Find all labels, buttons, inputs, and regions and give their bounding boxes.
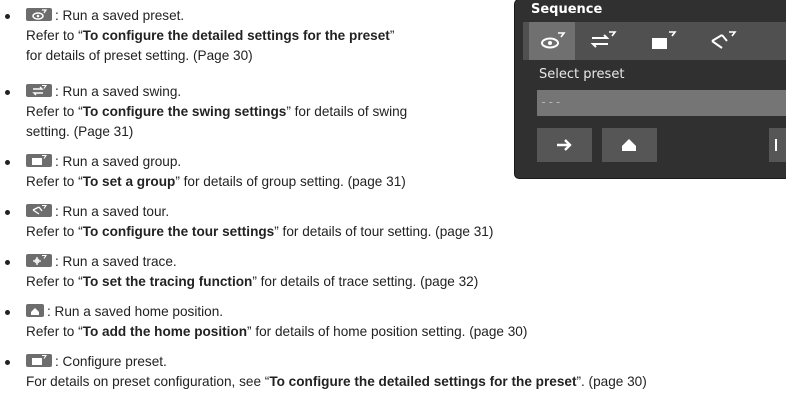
go-button[interactable] xyxy=(537,128,592,162)
reference-link[interactable]: To set the tracing function xyxy=(83,274,253,289)
reference-link[interactable]: To configure the detailed settings for t… xyxy=(83,28,390,43)
select-preset-dropdown[interactable]: --- xyxy=(537,90,786,116)
tour-icon xyxy=(711,31,737,49)
panel-title: Sequence xyxy=(531,2,603,17)
trace-icon xyxy=(26,254,52,267)
bullet-dot xyxy=(5,160,10,165)
item-description: : Configure preset. xyxy=(55,354,167,369)
item-continuation: for details of preset setting. (Page 30) xyxy=(26,48,253,63)
configure-button[interactable] xyxy=(769,128,786,162)
swing-icon xyxy=(26,84,52,97)
preset-icon xyxy=(541,32,566,49)
item-description: : Run a saved tour. xyxy=(55,204,170,219)
preset-icon xyxy=(26,8,52,21)
item-description: : Run a saved group. xyxy=(55,154,182,169)
item-continuation: setting. (Page 31) xyxy=(26,124,134,139)
reference-link[interactable]: To configure the swing settings xyxy=(83,104,287,119)
tour-icon xyxy=(26,204,52,217)
item-description: : Run a saved trace. xyxy=(55,254,177,269)
group-icon xyxy=(26,154,52,167)
arrow-right-icon xyxy=(557,139,572,151)
bullet-dot xyxy=(5,90,10,95)
reference-link[interactable]: To configure the detailed settings for t… xyxy=(269,374,576,389)
tab-swing[interactable] xyxy=(589,30,619,57)
home-icon xyxy=(26,304,44,317)
reference-link[interactable]: To set a group xyxy=(83,174,176,189)
configure-preset-icon xyxy=(775,139,777,151)
tab-preset[interactable] xyxy=(529,22,575,60)
group-icon xyxy=(652,31,677,49)
tab-tour[interactable] xyxy=(709,30,739,57)
bullet-dot xyxy=(5,360,10,365)
select-preset-value: --- xyxy=(540,95,562,109)
bullet-dot xyxy=(5,210,10,215)
reference-link[interactable]: To add the home position xyxy=(83,324,247,339)
item-description: : Run a saved preset. xyxy=(55,8,185,23)
bullet-dot xyxy=(5,310,10,315)
home-position-button[interactable] xyxy=(602,128,657,162)
bullet-dot xyxy=(5,260,10,265)
configure-preset-icon xyxy=(26,354,52,367)
swing-icon xyxy=(590,31,617,48)
sequence-panel: Sequence Select preset --- xyxy=(515,0,786,178)
item-description: : Run a saved swing. xyxy=(55,84,182,99)
tab-group[interactable] xyxy=(649,30,679,57)
bullet-dot xyxy=(5,14,10,19)
home-icon xyxy=(622,139,636,151)
sequence-mode-bar xyxy=(523,22,786,60)
item-description: : Run a saved home position. xyxy=(47,304,224,319)
reference-link[interactable]: To configure the tour settings xyxy=(83,224,275,239)
select-preset-label: Select preset xyxy=(539,67,625,82)
